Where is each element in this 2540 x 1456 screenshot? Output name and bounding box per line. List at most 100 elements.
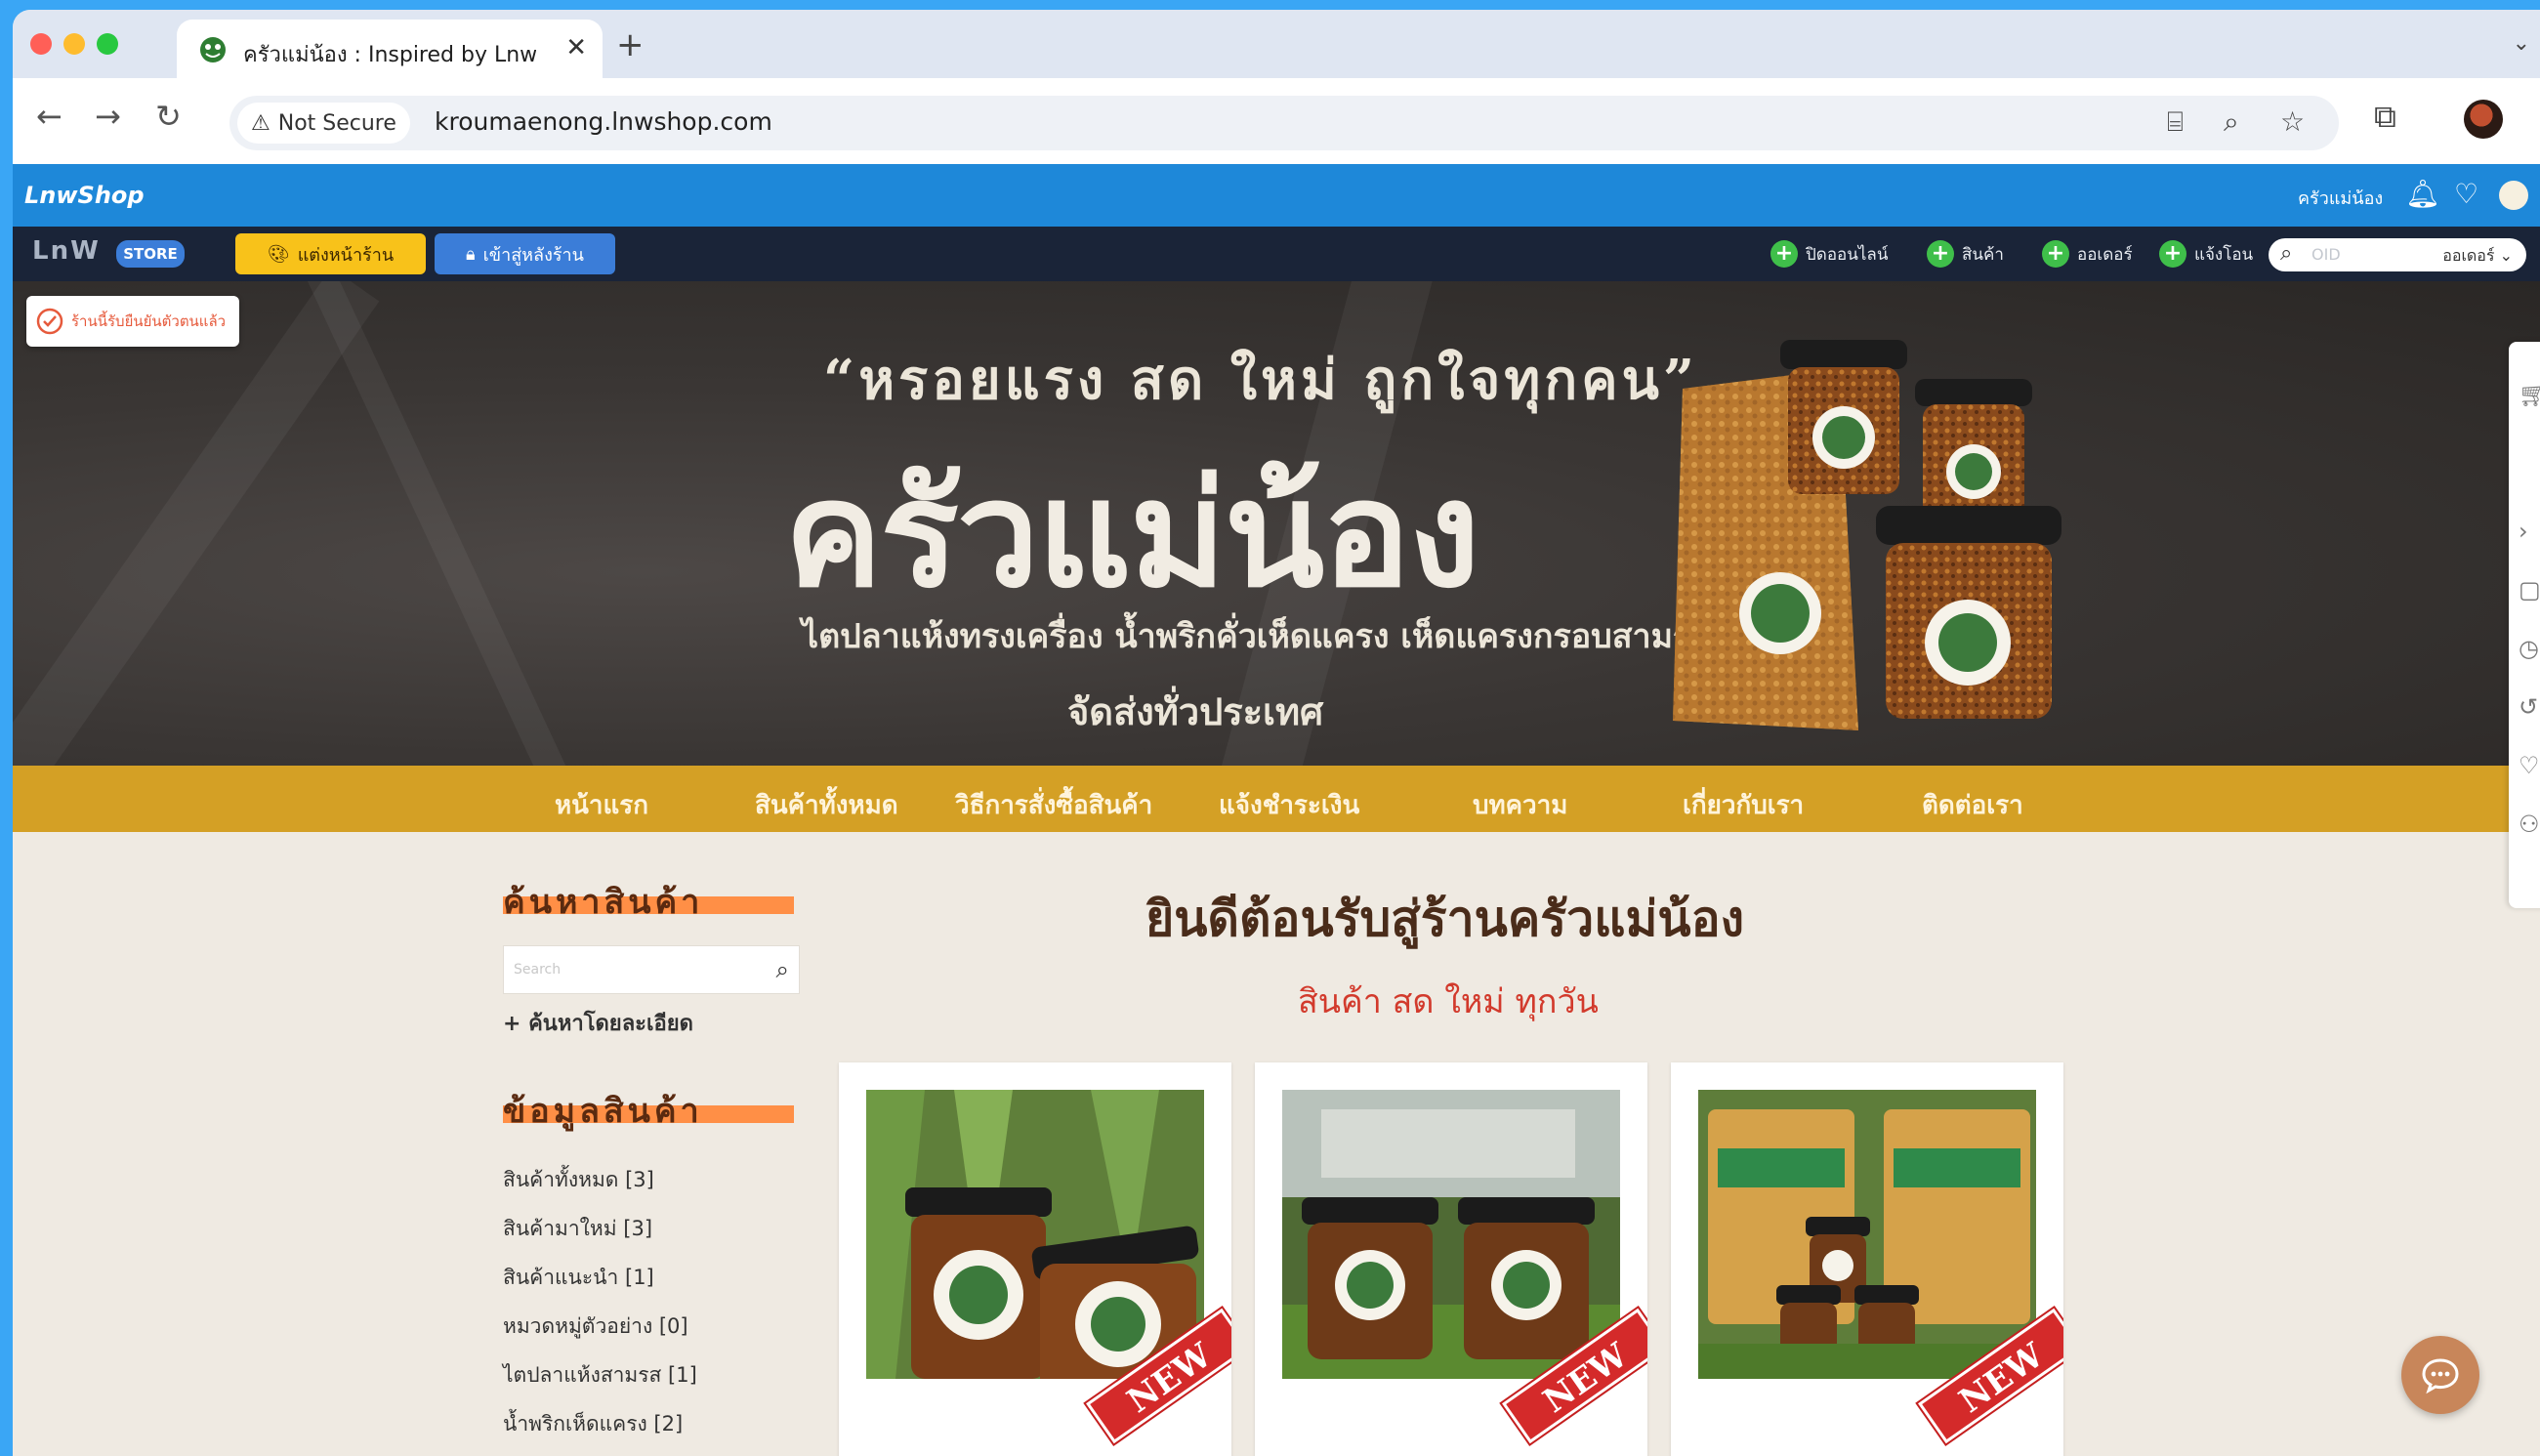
cart-icon[interactable]: 🛒︎ [2519,381,2540,408]
user-avatar[interactable] [2499,181,2528,210]
add-product-label: สินค้า [1962,244,2004,265]
profile-avatar[interactable] [2464,100,2503,139]
main-navigation: หน้าแรก สินค้าทั้งหมด วิธีการสั่งซื้อสิน… [13,766,2540,832]
search-scope-select[interactable]: ออเดอร์ ⌄ [2442,244,2513,269]
url-text[interactable]: kroumaenong.lnwshop.com [435,107,772,136]
browser-menu-icon[interactable]: ⋮ [2530,98,2540,135]
lnw-admin-logo: LnW [32,236,101,266]
backend-label: เข้าสู่หลังร้าน [482,244,584,266]
search-heading: ค้นหาสินค้า [503,883,704,922]
back-arrow-icon[interactable]: ← [36,98,62,135]
payment-notice-button[interactable]: + แจ้งโอน [2159,240,2253,268]
hero-slogan: “หรอยแรง สด ใหม่ ถูกใจทุกคน” [823,348,1699,412]
forward-arrow-icon[interactable]: → [95,98,121,135]
heart-icon[interactable]: ♡ [2454,178,2478,210]
address-bar[interactable]: ⚠ Not Secure kroumaenong.lnwshop.com ⌸ ⌕… [229,96,2339,150]
nav-how-to-order[interactable]: วิธีการสั่งซื้อสินค้า [955,785,1152,825]
welcome-title: ยินดีต้อนรับสู่ร้านครัวแม่น้อง [1145,891,1745,947]
product-card[interactable]: NEW [839,1062,1231,1456]
page-content: ค้นหาสินค้า Search ⌕ + ค้นหาโดยละเอียด ข… [13,832,2540,1456]
welcome-subtitle: สินค้า สด ใหม่ ทุกวัน [1298,982,1599,1021]
tab-close-icon[interactable]: ✕ [565,33,587,62]
warning-triangle-icon: ⚠ [251,110,271,136]
category-link[interactable]: น้ำพริกเห็ดแครง [2] [503,1408,683,1440]
toggle-online-button[interactable]: + ปิดออนไลน์ [1770,240,1888,268]
product-search-box[interactable]: Search ⌕ [503,945,800,994]
add-order-button[interactable]: + ออเดอร์ [2042,240,2133,268]
refresh-icon[interactable]: ↺ [2519,693,2538,721]
product-image [1282,1090,1620,1379]
shop-account-name[interactable]: ครัวแม่น้อง [2298,184,2383,212]
chat-bubble-icon [2422,1358,2459,1394]
nav-home[interactable]: หน้าแรก [555,785,648,825]
product-card[interactable]: NEW [1671,1062,2063,1456]
zoom-icon[interactable]: ⌕ [2224,105,2239,139]
clock-icon[interactable]: ◷ [2519,635,2539,662]
security-indicator[interactable]: ⚠ Not Secure [237,103,410,144]
tab-active[interactable]: ครัวแม่น้อง : Inspired by LnwShop ✕ [177,20,603,80]
hero-shipping-text: จัดส่งทั่วประเทศ [1067,689,1324,733]
toggle-online-label: ปิดออนไลน์ [1806,244,1889,265]
decorate-shop-button[interactable]: 🎨︎ แต่งหน้าร้าน [235,233,426,274]
plus-icon: + [2159,240,2186,268]
window-maximize-button[interactable] [97,33,118,55]
category-link[interactable]: สินค้ามาใหม่ [3] [503,1213,652,1245]
order-search[interactable]: ⌕ OID ออเดอร์ ⌄ [2269,238,2526,271]
plus-icon: + [2042,240,2069,268]
shop-admin-bar: LnW STORE 🎨︎ แต่งหน้าร้าน 🔒︎ เข้าสู่หลัง… [13,227,2540,281]
palette-icon: 🎨︎ [267,243,290,265]
product-card[interactable]: NEW [1255,1062,1647,1456]
order-search-input[interactable]: OID [2311,245,2341,264]
plus-icon: + [1927,240,1954,268]
tab-strip: ครัวแม่น้อง : Inspired by LnwShop ✕ + ⌄ [13,10,2540,80]
category-link[interactable]: สินค้าแนะนำ [1] [503,1262,654,1294]
chevron-icon[interactable]: › [2519,518,2528,545]
chat-button[interactable] [2401,1336,2479,1414]
store-badge: STORE [116,240,185,268]
check-circle-icon [36,308,63,335]
verified-shop-badge[interactable]: ร้านนี้รับยืนยันตัวตนแล้ว [26,296,239,347]
browser-window: ครัวแม่น้อง : Inspired by LnwShop ✕ + ⌄ … [13,10,2540,1456]
product-image [866,1090,1204,1379]
search-icon[interactable]: ⌕ [776,956,789,983]
user-icon[interactable]: ⚇ [2519,811,2540,838]
window-close-button[interactable] [30,33,52,55]
heart-icon[interactable]: ♡ [2519,752,2540,779]
nav-about-us[interactable]: เกี่ยวกับเรา [1683,785,1804,825]
add-product-button[interactable]: + สินค้า [1927,240,2004,268]
lnwshop-logo[interactable]: LnwShop [24,182,145,209]
hero-banner: “หรอยแรง สด ใหม่ ถูกใจทุกคน” ครัวแม่น้อง… [13,281,2540,766]
banner-texture [13,281,380,766]
backend-button[interactable]: 🔒︎ เข้าสู่หลังร้าน [435,233,615,274]
translate-icon[interactable]: ⌸ [2167,105,2184,139]
nav-all-products[interactable]: สินค้าทั้งหมด [755,785,898,825]
search-icon: ⌕ [2280,241,2293,266]
advanced-search-link[interactable]: + ค้นหาโดยละเอียด [503,1006,693,1040]
document-icon[interactable]: ▢ [2519,576,2540,603]
lock-icon: 🔒︎ [466,243,476,265]
lnwshop-topbar: LnwShop ครัวแม่น้อง 🔔︎ ♡ [13,164,2540,227]
product-image [1698,1090,2036,1379]
category-link[interactable]: ไตปลาแห้งสามรส [1] [503,1359,697,1392]
security-label: Not Secure [277,110,396,136]
category-link[interactable]: สินค้าทั้งหมด [3] [503,1164,654,1196]
reload-icon[interactable]: ↻ [155,98,182,135]
product-search-input[interactable]: Search [514,962,561,978]
tab-search-icon[interactable]: ⌄ [2513,31,2530,56]
browser-toolbar: ← → ↻ ⚠ Not Secure kroumaenong.lnwshop.c… [13,78,2540,164]
plus-icon: + [1770,240,1798,268]
extensions-puzzle-icon[interactable]: ⧉ [2374,98,2396,136]
decorate-shop-label: แต่งหน้าร้าน [297,244,395,266]
window-minimize-button[interactable] [63,33,85,55]
bell-icon[interactable]: 🔔︎ [2405,178,2440,210]
bookmark-star-icon[interactable]: ☆ [2280,105,2305,138]
nav-articles[interactable]: บทความ [1473,785,1567,825]
category-link[interactable]: หมวดหมู่ตัวอย่าง [0] [503,1310,688,1343]
floating-side-panel[interactable]: 🛒︎ › ▢ ◷ ↺ ♡ ⚇ [2509,342,2540,908]
payment-notice-label: แจ้งโอน [2194,244,2254,265]
new-tab-button[interactable]: + [616,25,645,64]
nav-payment-notice[interactable]: แจ้งชำระเงิน [1219,785,1359,825]
product-info-heading: ข้อมูลสินค้า [503,1092,703,1131]
add-order-label: ออเดอร์ [2077,244,2133,265]
nav-contact-us[interactable]: ติดต่อเรา [1922,785,2023,825]
